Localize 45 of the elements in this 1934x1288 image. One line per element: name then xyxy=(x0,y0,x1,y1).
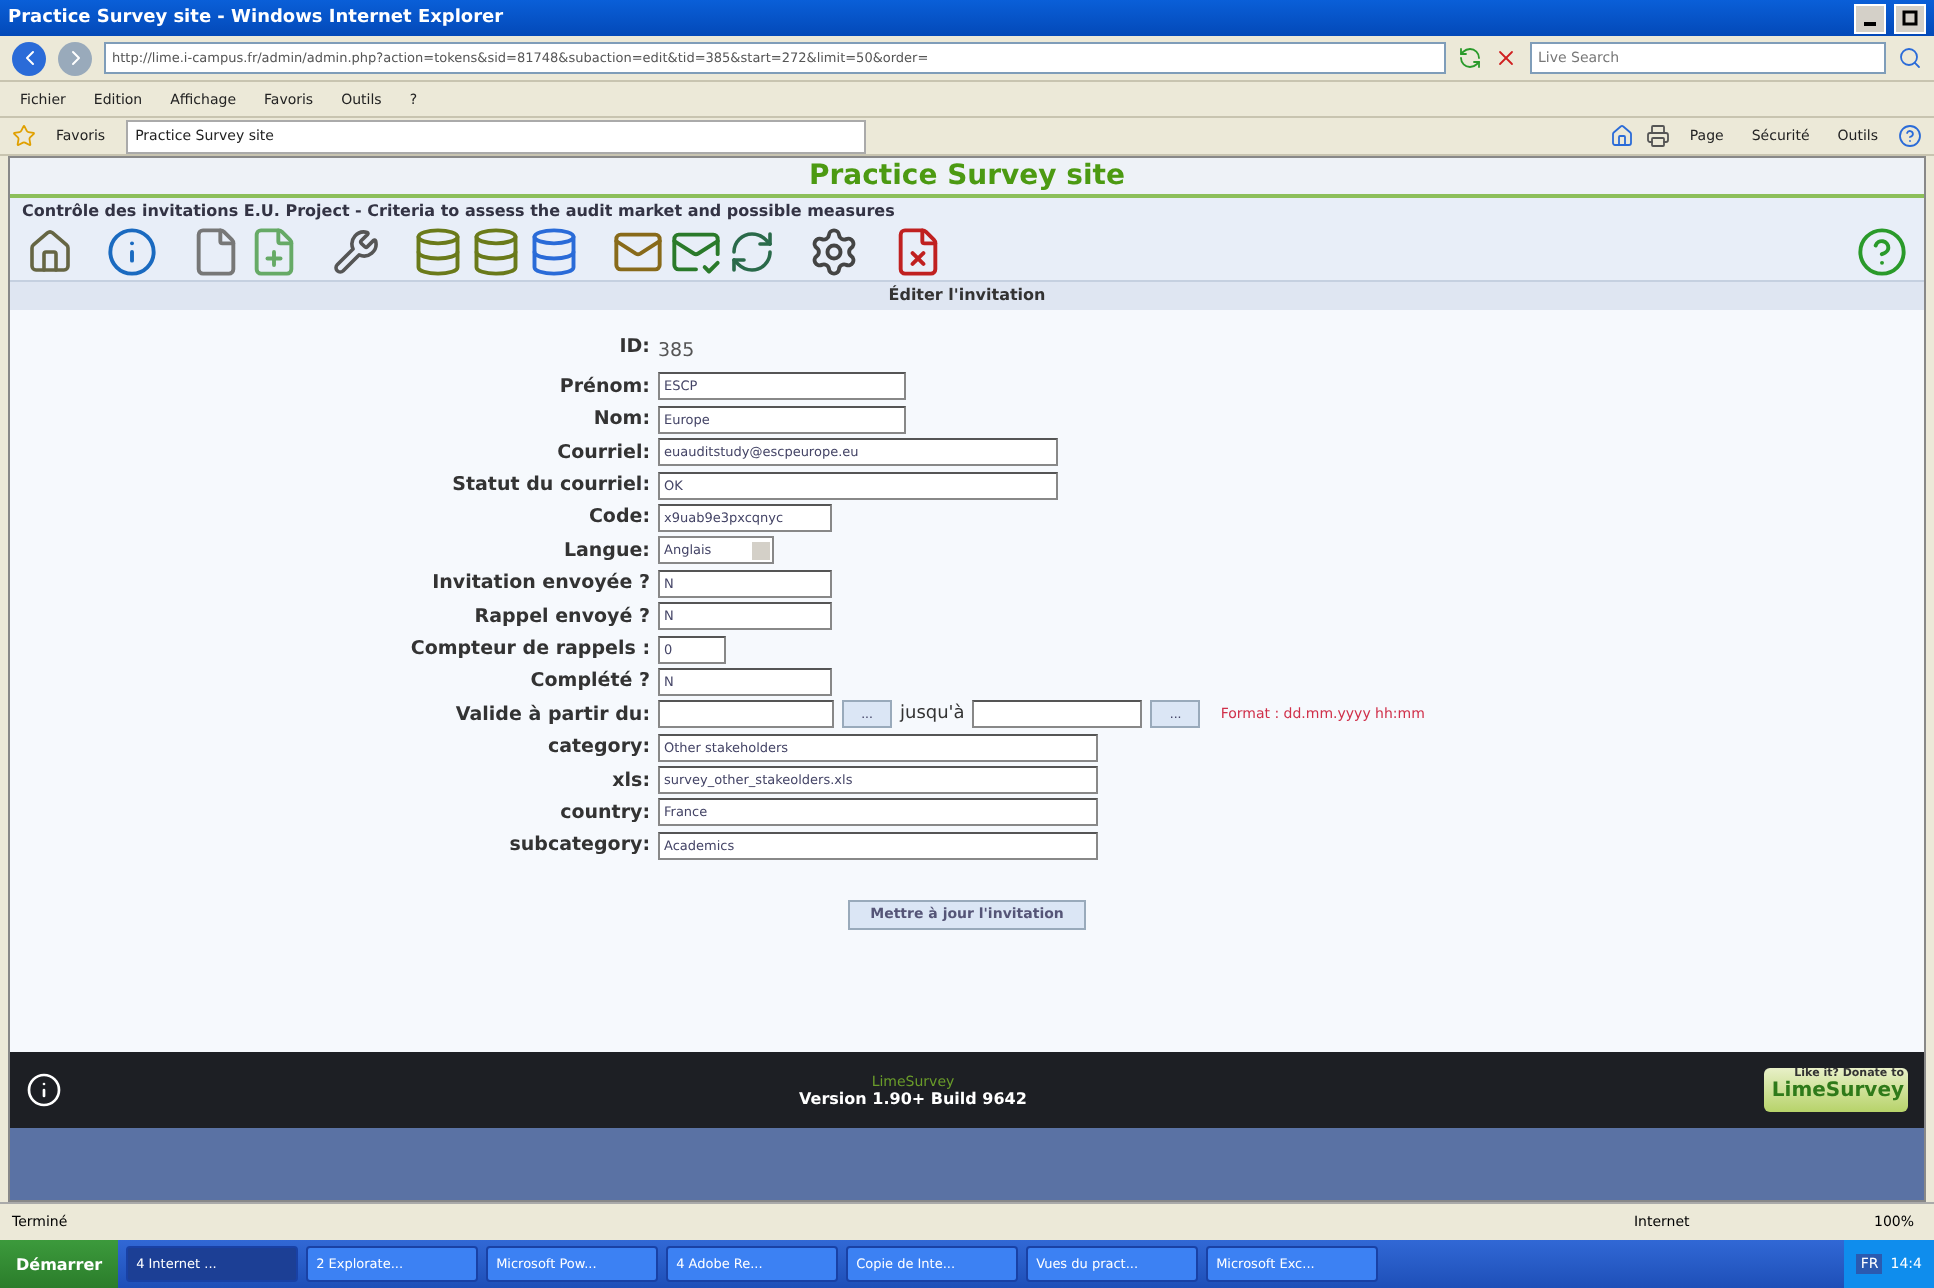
gear-icon[interactable] xyxy=(808,226,860,278)
database-icon[interactable] xyxy=(412,226,464,278)
search-icon[interactable] xyxy=(1898,46,1922,70)
until-label: jusqu'à xyxy=(900,704,965,725)
field-label: Rappel envoyé ? xyxy=(472,605,650,628)
field-label: subcategory: xyxy=(507,834,650,857)
id-value: 385 xyxy=(658,340,695,362)
print-icon[interactable] xyxy=(1645,124,1670,148)
tools-icon[interactable] xyxy=(332,228,380,276)
date-field[interactable] xyxy=(972,700,1143,729)
survey-subtitle: Contrôle des invitations E.U. Project - Criteria to assess the audit market and possible measures xyxy=(10,198,1924,224)
field-label: ID: xyxy=(617,336,650,358)
field-label: Code: xyxy=(586,506,650,529)
field-label: Courriel: xyxy=(555,441,650,464)
field-label: Invitation envoyée ? xyxy=(430,572,650,595)
window-title: Practice Survey site - Windows Internet Explorer xyxy=(8,8,506,28)
back-button[interactable] xyxy=(12,41,46,75)
date-field[interactable] xyxy=(658,700,834,729)
form-header: Éditer l'invitation xyxy=(10,282,1924,310)
refresh-icon[interactable] xyxy=(728,228,776,276)
site-title: Practice Survey site xyxy=(10,158,1924,198)
home-icon[interactable] xyxy=(26,228,74,276)
minimize-button[interactable] xyxy=(1854,3,1886,33)
field-label: Langue: xyxy=(561,539,650,562)
field-label: Valide à partir du: xyxy=(453,703,650,726)
help-icon[interactable] xyxy=(1898,124,1922,148)
field-label: Statut du courriel: xyxy=(450,474,650,497)
database-icon[interactable] xyxy=(470,226,522,278)
start-button[interactable]: Démarrer xyxy=(0,1240,119,1288)
field-label: category: xyxy=(545,736,650,759)
field-label: Compteur de rappels : xyxy=(408,638,650,661)
stop-icon[interactable] xyxy=(1494,46,1518,70)
maximize-icon xyxy=(1902,10,1918,26)
field-label: Nom: xyxy=(591,408,650,431)
database-icon[interactable] xyxy=(528,226,580,278)
field-label: Complété ? xyxy=(528,670,650,693)
version-text: Version 1.90+ Build 9642 xyxy=(799,1089,1027,1107)
home-icon[interactable] xyxy=(1609,124,1634,148)
help-icon[interactable] xyxy=(1856,226,1908,278)
field-label: Prénom: xyxy=(557,375,650,398)
field-label: xls: xyxy=(610,769,650,792)
field-label: country: xyxy=(558,801,650,824)
refresh-icon[interactable] xyxy=(1458,46,1482,70)
star-icon[interactable] xyxy=(12,124,36,148)
maximize-button[interactable] xyxy=(1894,3,1926,33)
